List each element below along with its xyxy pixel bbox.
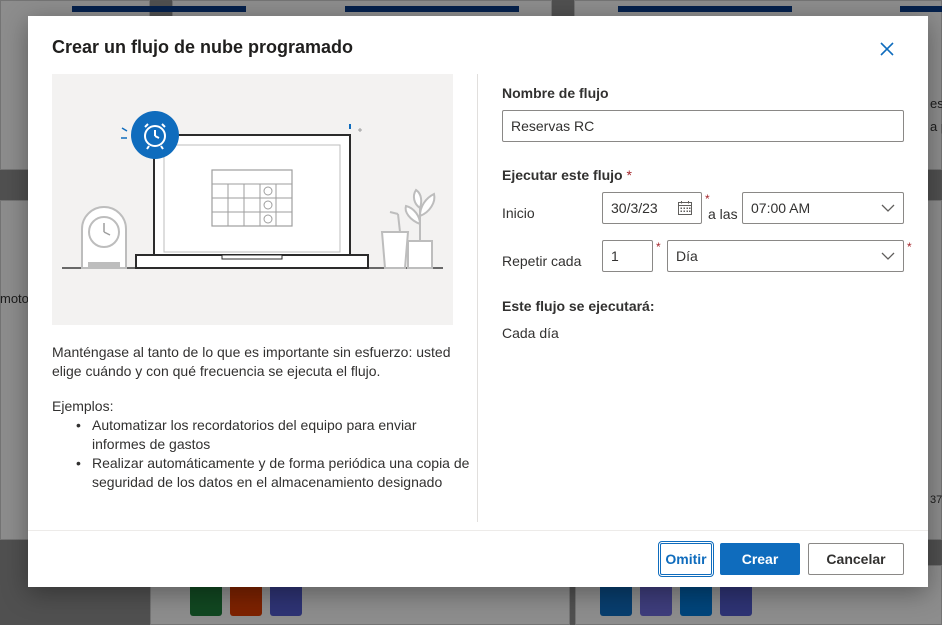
desk-clock-icon	[81, 206, 127, 269]
examples-list: Automatizar los recordatorios del equipo…	[52, 416, 472, 492]
repeat-unit-value: Día	[676, 248, 698, 264]
create-scheduled-flow-dialog: Crear un flujo de nube programado Mantén…	[28, 16, 928, 587]
footer-divider	[28, 530, 928, 531]
start-date-value: 30/3/23	[611, 200, 658, 216]
cancel-button[interactable]: Cancelar	[808, 543, 904, 575]
laptop-icon	[135, 134, 369, 269]
summary-label: Este flujo se ejecutará:	[502, 298, 655, 314]
start-date-picker[interactable]: 30/3/23	[602, 192, 702, 224]
close-icon	[880, 42, 894, 56]
start-time-value: 07:00 AM	[751, 200, 811, 216]
dialog-title: Crear un flujo de nube programado	[52, 37, 354, 57]
flow-name-input[interactable]: Reservas RC	[502, 110, 904, 142]
alarm-clock-icon	[121, 111, 179, 159]
scheduled-flow-illustration	[52, 74, 453, 325]
close-button[interactable]	[876, 38, 898, 60]
start-label: Inicio	[502, 205, 535, 221]
flow-name-label: Nombre de flujo	[502, 85, 609, 101]
required-mark: *	[907, 240, 912, 254]
dialog-description: Manténgase al tanto de lo que es importa…	[52, 344, 451, 379]
at-label: a las	[708, 206, 738, 222]
skip-button[interactable]: Omitir	[658, 541, 714, 577]
calendar-icon[interactable]	[677, 200, 693, 216]
list-item: Realizar automáticamente y de forma peri…	[52, 454, 472, 492]
column-divider	[477, 74, 478, 522]
repeat-interval-input[interactable]: 1	[602, 240, 653, 272]
start-time-dropdown[interactable]: 07:00 AM	[742, 192, 904, 224]
run-flow-label-text: Ejecutar este flujo	[502, 167, 623, 183]
required-mark: *	[626, 167, 632, 183]
run-flow-label: Ejecutar este flujo *	[502, 167, 632, 183]
repeat-unit-dropdown[interactable]: Día	[667, 240, 904, 272]
cup-icon	[380, 211, 410, 269]
plant-icon	[404, 188, 436, 269]
examples-label: Ejemplos:	[52, 398, 114, 414]
summary-value: Cada día	[502, 325, 559, 341]
create-button[interactable]: Crear	[720, 543, 800, 575]
required-mark: *	[656, 240, 661, 254]
chevron-down-icon	[881, 252, 895, 260]
required-mark: *	[705, 192, 710, 206]
repeat-label: Repetir cada	[502, 253, 582, 269]
laptop-calendar-illustration	[62, 111, 443, 269]
chevron-down-icon	[881, 204, 895, 212]
list-item: Automatizar los recordatorios del equipo…	[52, 416, 472, 454]
